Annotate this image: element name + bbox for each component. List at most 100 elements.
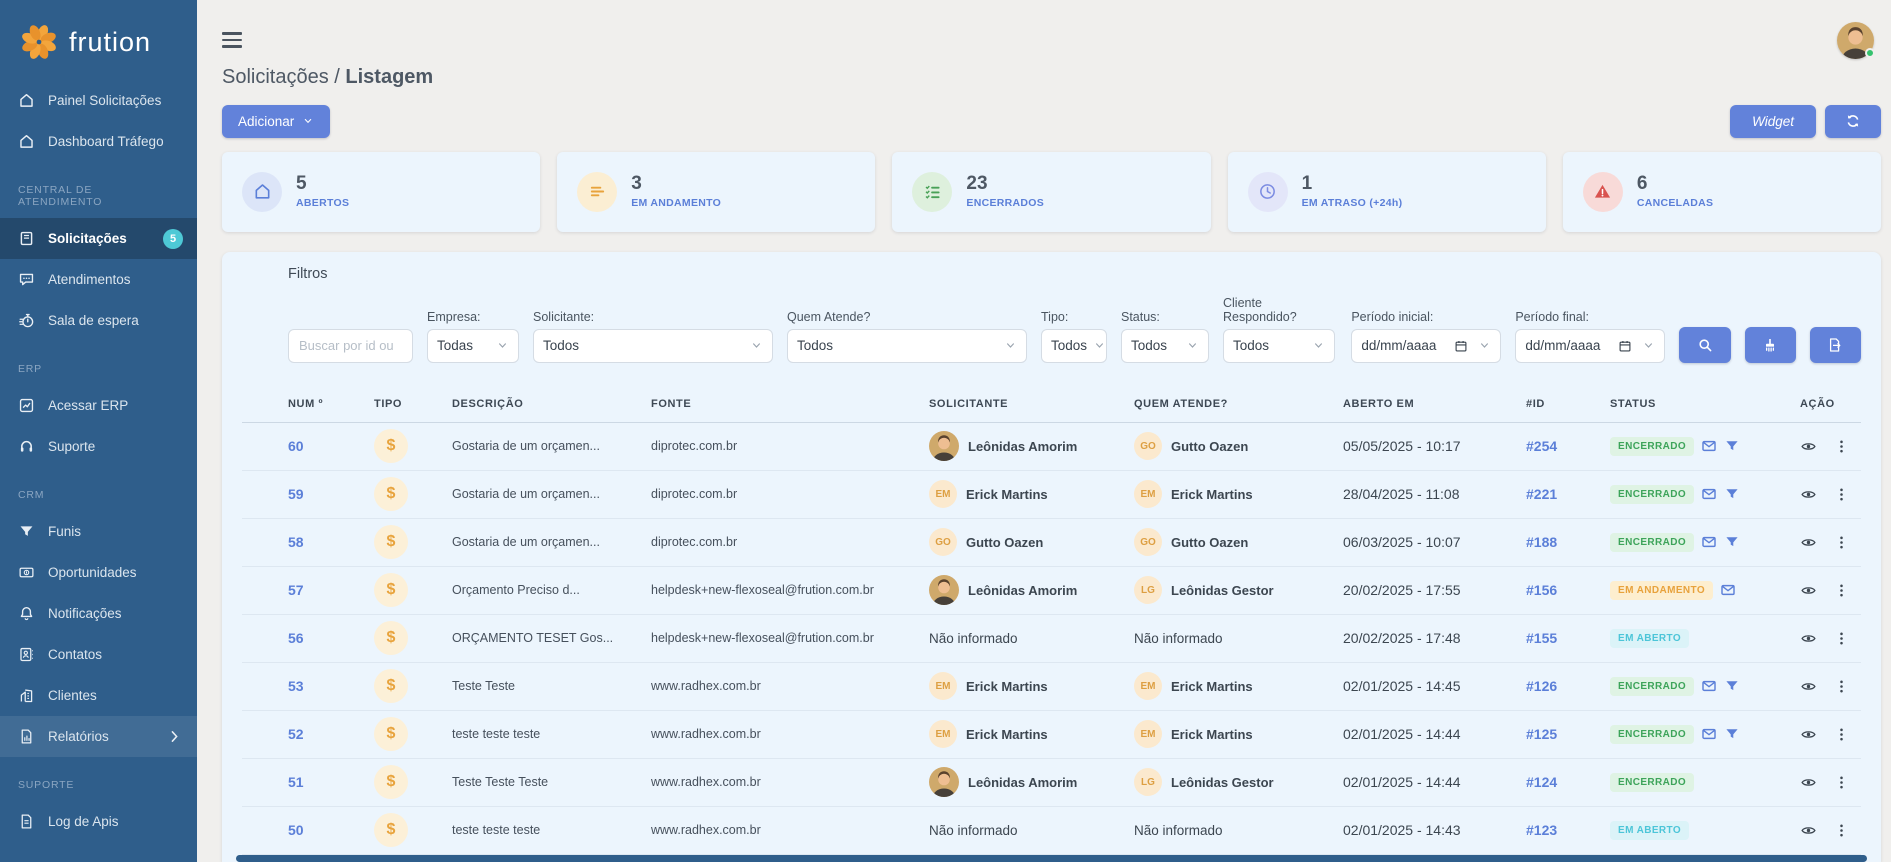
select-status[interactable]: Todos <box>1121 329 1209 363</box>
column-header-solicitante: SOLICITANTE <box>929 398 1134 410</box>
select-tipo[interactable]: Todos <box>1041 329 1107 363</box>
mail-icon[interactable] <box>1701 678 1717 694</box>
mail-icon[interactable] <box>1701 534 1717 550</box>
sidebar-item-contatos[interactable]: Contatos <box>0 634 197 675</box>
sidebar-item-oportunidades[interactable]: Oportunidades <box>0 552 197 593</box>
select-solicitante[interactable]: Todos <box>533 329 773 363</box>
breadcrumb-parent[interactable]: Solicitações / <box>222 66 340 88</box>
sidebar-item-sala-de-espera[interactable]: Sala de espera <box>0 300 197 341</box>
ticket-id-link[interactable]: #156 <box>1526 582 1557 598</box>
export-button[interactable] <box>1810 327 1861 363</box>
view-icon[interactable] <box>1800 438 1817 455</box>
view-icon[interactable] <box>1800 678 1817 695</box>
sidebar-item-solicitacoes[interactable]: Solicitações5 <box>0 218 197 259</box>
sidebar-item-painel-solicitacoes[interactable]: Painel Solicitações <box>0 80 197 121</box>
sidebar-item-acessar-erp[interactable]: Acessar ERP <box>0 385 197 426</box>
ticket-id-link[interactable]: #188 <box>1526 534 1557 550</box>
view-icon[interactable] <box>1800 822 1817 839</box>
filter-field-quem-atende: Quem Atende?Todos <box>787 310 1027 363</box>
ticket-id-link[interactable]: #126 <box>1526 678 1557 694</box>
row-number-link[interactable]: 53 <box>288 678 304 694</box>
row-menu-icon[interactable] <box>1833 630 1850 647</box>
date-input[interactable]: dd/mm/aaaa <box>1515 329 1665 363</box>
view-icon[interactable] <box>1800 726 1817 743</box>
sidebar-item-atendimentos[interactable]: Atendimentos <box>0 259 197 300</box>
row-number-link[interactable]: 56 <box>288 630 304 646</box>
funnel-icon[interactable] <box>1724 726 1740 742</box>
mail-icon[interactable] <box>1701 486 1717 502</box>
stat-card-em-andamento[interactable]: 3EM ANDAMENTO <box>557 152 875 232</box>
stat-card-abertos[interactable]: 5ABERTOS <box>222 152 540 232</box>
date-input[interactable]: dd/mm/aaaa <box>1351 329 1501 363</box>
row-number-link[interactable]: 52 <box>288 726 304 742</box>
row-number-link[interactable]: 57 <box>288 582 304 598</box>
add-button[interactable]: Adicionar <box>222 105 330 138</box>
sidebar-item-funis[interactable]: Funis <box>0 511 197 552</box>
ticket-id-link[interactable]: #124 <box>1526 774 1557 790</box>
avatar-initials: GO <box>929 528 957 556</box>
funnel-icon[interactable] <box>1724 486 1740 502</box>
row-number-link[interactable]: 59 <box>288 486 304 502</box>
funnel-icon[interactable] <box>1724 438 1740 454</box>
warning-icon <box>1583 172 1623 212</box>
row-menu-icon[interactable] <box>1833 438 1850 455</box>
view-icon[interactable] <box>1800 534 1817 551</box>
sidebar-item-log-de-apis[interactable]: Log de Apis <box>0 801 197 842</box>
filter-field-cliente-respondido: Cliente Respondido?Todos <box>1223 296 1337 363</box>
cell-status: ENCERRADO <box>1610 437 1800 456</box>
view-icon[interactable] <box>1800 486 1817 503</box>
stat-card-em-atraso-24h[interactable]: 1EM ATRASO (+24h) <box>1228 152 1546 232</box>
widget-button[interactable]: Widget <box>1730 105 1816 138</box>
view-icon[interactable] <box>1800 630 1817 647</box>
clear-filters-button[interactable] <box>1745 327 1796 363</box>
mail-icon[interactable] <box>1701 438 1717 454</box>
refresh-button[interactable] <box>1825 105 1881 138</box>
stat-card-encerrados[interactable]: 23ENCERRADOS <box>892 152 1210 232</box>
user-avatar[interactable] <box>1837 22 1874 59</box>
sidebar-item-clientes[interactable]: Clientes <box>0 675 197 716</box>
brand-logo[interactable]: frution <box>0 0 197 80</box>
person-name: Não informado <box>1134 823 1223 838</box>
funnel-icon[interactable] <box>1724 678 1740 694</box>
row-menu-icon[interactable] <box>1833 822 1850 839</box>
sidebar-item-suporte[interactable]: Suporte <box>0 426 197 467</box>
selected-value: Todos <box>797 338 833 353</box>
select-cliente-respondido[interactable]: Todos <box>1223 329 1335 363</box>
search-input[interactable] <box>288 329 413 363</box>
column-header-id: #ID <box>1526 398 1610 410</box>
ticket-id-link[interactable]: #155 <box>1526 630 1557 646</box>
search-filters-button[interactable] <box>1679 327 1730 363</box>
select-quem-atende[interactable]: Todos <box>787 329 1027 363</box>
funnel-icon[interactable] <box>1724 534 1740 550</box>
row-menu-icon[interactable] <box>1833 582 1850 599</box>
ticket-id-link[interactable]: #221 <box>1526 486 1557 502</box>
row-menu-icon[interactable] <box>1833 486 1850 503</box>
mail-icon[interactable] <box>1720 582 1736 598</box>
row-menu-icon[interactable] <box>1833 774 1850 791</box>
row-number-link[interactable]: 50 <box>288 822 304 838</box>
view-icon[interactable] <box>1800 774 1817 791</box>
sidebar-item-label: Suporte <box>48 439 183 454</box>
person-name: Leônidas Gestor <box>1171 583 1274 598</box>
row-number-link[interactable]: 58 <box>288 534 304 550</box>
hamburger-icon[interactable] <box>222 32 242 48</box>
select-empresa[interactable]: Todas <box>427 329 519 363</box>
row-menu-icon[interactable] <box>1833 678 1850 695</box>
stat-card-canceladas[interactable]: 6CANCELADAS <box>1563 152 1881 232</box>
ticket-id-link[interactable]: #123 <box>1526 822 1557 838</box>
horizontal-scrollbar[interactable] <box>236 855 1867 862</box>
row-menu-icon[interactable] <box>1833 726 1850 743</box>
type-dollar-icon: $ <box>374 813 408 847</box>
mail-icon[interactable] <box>1701 726 1717 742</box>
sidebar-item-relatorios[interactable]: Relatórios <box>0 716 197 757</box>
view-icon[interactable] <box>1800 582 1817 599</box>
row-number-link[interactable]: 51 <box>288 774 304 790</box>
ticket-id-link[interactable]: #125 <box>1526 726 1557 742</box>
sidebar-item-dashboard-trafego[interactable]: Dashboard Tráfego <box>0 121 197 162</box>
row-number-link[interactable]: 60 <box>288 438 304 454</box>
sidebar-section-header: ERP <box>18 363 179 375</box>
sidebar-item-notificacoes[interactable]: Notificações <box>0 593 197 634</box>
row-menu-icon[interactable] <box>1833 534 1850 551</box>
type-dollar-icon: $ <box>374 525 408 559</box>
ticket-id-link[interactable]: #254 <box>1526 438 1557 454</box>
